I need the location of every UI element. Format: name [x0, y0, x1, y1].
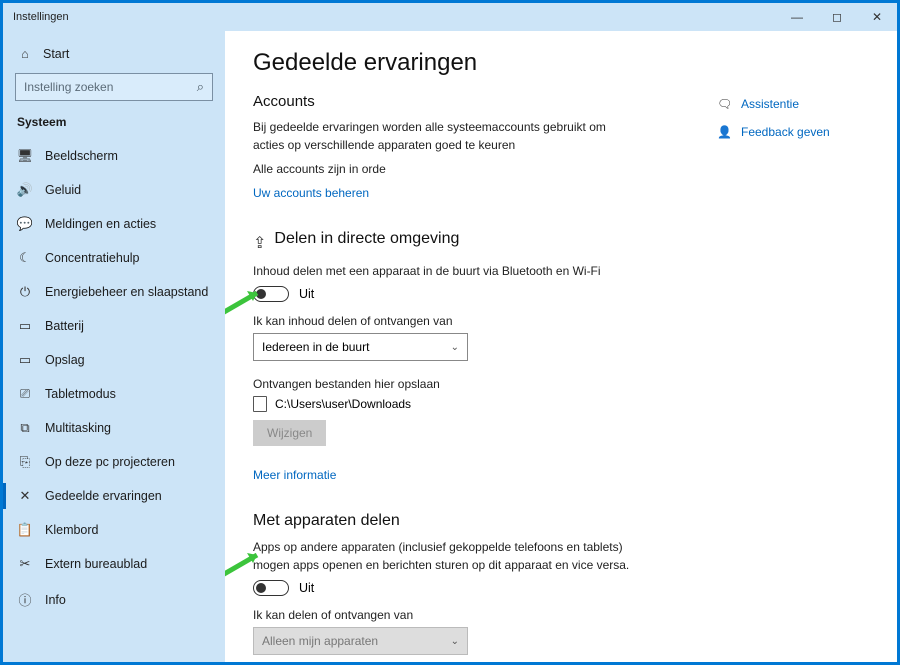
- sidebar-item-13[interactable]: ⓘ Info: [3, 581, 225, 618]
- chevron-down-icon: ⌄: [451, 342, 459, 353]
- devices-share-label: Ik kan delen of ontvangen van: [253, 608, 857, 622]
- nearby-toggle-label: Uit: [299, 287, 314, 301]
- change-button: Wijzigen: [253, 420, 326, 446]
- sidebar-item-label: Energiebeheer en slaapstand: [45, 285, 208, 299]
- main-content: Gedeelde ervaringen Accounts Bij gedeeld…: [225, 31, 897, 662]
- devices-heading: Met apparaten delen: [253, 512, 857, 530]
- feedback-icon: 👤: [717, 125, 733, 139]
- nearby-desc: Inhoud delen met een apparaat in de buur…: [253, 262, 633, 280]
- sidebar-item-icon: 📋: [17, 522, 33, 538]
- sidebar-item-icon: 💬: [17, 216, 33, 232]
- sidebar-item-11[interactable]: 📋 Klembord: [3, 513, 225, 547]
- sidebar-item-0[interactable]: 🖥 Beeldscherm: [3, 139, 225, 173]
- sidebar-item-label: Extern bureaublad: [45, 557, 147, 571]
- accounts-status: Alle accounts zijn in orde: [253, 160, 633, 178]
- sidebar-item-12[interactable]: ✂ Extern bureaublad: [3, 547, 225, 581]
- window-title: Instellingen: [13, 11, 69, 23]
- sidebar-item-icon: ⎚: [17, 386, 33, 402]
- sidebar-section: Systeem: [3, 115, 225, 139]
- nearby-share-value: Iedereen in de buurt: [262, 340, 369, 354]
- home-icon: ⌂: [17, 47, 33, 61]
- home-label: Start: [43, 47, 69, 61]
- nearby-save-label: Ontvangen bestanden hier opslaan: [253, 377, 857, 391]
- sidebar-item-6[interactable]: ▭ Opslag: [3, 343, 225, 377]
- sidebar-item-label: Tabletmodus: [45, 387, 116, 401]
- sidebar-item-icon: ⓘ: [17, 590, 33, 609]
- feedback-link[interactable]: 👤 Feedback geven: [717, 125, 867, 139]
- home-link[interactable]: ⌂ Start: [3, 41, 225, 73]
- help-label: Assistentie: [741, 97, 799, 111]
- nearby-share-select[interactable]: Iedereen in de buurt ⌄: [253, 333, 468, 361]
- nearby-share-label: Ik kan inhoud delen of ontvangen van: [253, 314, 857, 328]
- sidebar-item-icon: ▭: [17, 318, 33, 334]
- sidebar-item-label: Concentratiehulp: [45, 251, 140, 265]
- devices-toggle-label: Uit: [299, 581, 314, 595]
- sidebar-item-label: Geluid: [45, 183, 81, 197]
- nearby-toggle[interactable]: [253, 286, 289, 302]
- sidebar-item-icon: ⏻: [17, 284, 33, 300]
- sidebar-item-2[interactable]: 💬 Meldingen en acties: [3, 207, 225, 241]
- devices-desc: Apps op andere apparaten (inclusief geko…: [253, 538, 633, 574]
- sidebar-item-5[interactable]: ▭ Batterij: [3, 309, 225, 343]
- sidebar-item-label: Batterij: [45, 319, 84, 333]
- sidebar-item-9[interactable]: ⎘ Op deze pc projecteren: [3, 445, 225, 479]
- manage-accounts-link[interactable]: Uw accounts beheren: [253, 186, 369, 200]
- sidebar-item-icon: ▭: [17, 352, 33, 368]
- sidebar-item-label: Meldingen en acties: [45, 217, 156, 231]
- sidebar-item-label: Beeldscherm: [45, 149, 118, 163]
- devices-share-value: Alleen mijn apparaten: [262, 634, 378, 648]
- devices-toggle[interactable]: [253, 580, 289, 596]
- sidebar-item-3[interactable]: ☾ Concentratiehulp: [3, 241, 225, 275]
- devices-share-select: Alleen mijn apparaten ⌄: [253, 627, 468, 655]
- sidebar-item-icon: ☾: [17, 250, 33, 266]
- search-icon: ⌕: [197, 79, 204, 95]
- feedback-label: Feedback geven: [741, 125, 830, 139]
- sidebar-item-label: Gedeelde ervaringen: [45, 489, 162, 503]
- sidebar-item-8[interactable]: ⧉ Multitasking: [3, 411, 225, 445]
- accounts-desc: Bij gedeelde ervaringen worden alle syst…: [253, 118, 633, 154]
- sidebar-item-10[interactable]: ✕ Gedeelde ervaringen: [3, 479, 225, 513]
- more-info-link[interactable]: Meer informatie: [253, 468, 336, 482]
- sidebar-item-icon: 🔊: [17, 182, 33, 198]
- help-link[interactable]: 🗨 Assistentie: [717, 97, 867, 111]
- chevron-down-icon: ⌄: [451, 636, 459, 647]
- sidebar: ⌂ Start ⌕ Systeem 🖥 Beeldscherm 🔊 Geluid 💬 Me…: [3, 31, 225, 662]
- sidebar-item-7[interactable]: ⎚ Tabletmodus: [3, 377, 225, 411]
- help-icon: 🗨: [717, 97, 733, 111]
- sidebar-item-icon: ✕: [17, 488, 33, 504]
- sidebar-item-label: Op deze pc projecteren: [45, 455, 175, 469]
- sidebar-item-icon: ✂: [17, 556, 33, 572]
- nearby-heading: Delen in directe omgeving: [274, 230, 459, 248]
- titlebar: Instellingen — ◻ ✕: [3, 3, 897, 31]
- nearby-save-path: C:\Users\user\Downloads: [275, 397, 411, 411]
- sidebar-item-label: Opslag: [45, 353, 85, 367]
- sidebar-item-1[interactable]: 🔊 Geluid: [3, 173, 225, 207]
- sidebar-item-label: Klembord: [45, 523, 99, 537]
- maximize-button[interactable]: ◻: [817, 3, 857, 31]
- sidebar-item-icon: ⧉: [17, 420, 33, 436]
- help-pane: 🗨 Assistentie 👤 Feedback geven: [717, 97, 867, 153]
- share-icon: ⇪: [253, 233, 266, 253]
- sidebar-item-label: Multitasking: [45, 421, 111, 435]
- sidebar-item-label: Info: [45, 593, 66, 607]
- search-input-wrap[interactable]: ⌕: [15, 73, 213, 101]
- page-title: Gedeelde ervaringen: [253, 49, 857, 77]
- sidebar-item-4[interactable]: ⏻ Energiebeheer en slaapstand: [3, 275, 225, 309]
- sidebar-item-icon: ⎘: [17, 454, 33, 470]
- minimize-button[interactable]: —: [777, 3, 817, 31]
- folder-icon: [253, 396, 267, 412]
- sidebar-item-icon: 🖥: [17, 148, 33, 164]
- search-input[interactable]: [24, 80, 197, 94]
- close-button[interactable]: ✕: [857, 3, 897, 31]
